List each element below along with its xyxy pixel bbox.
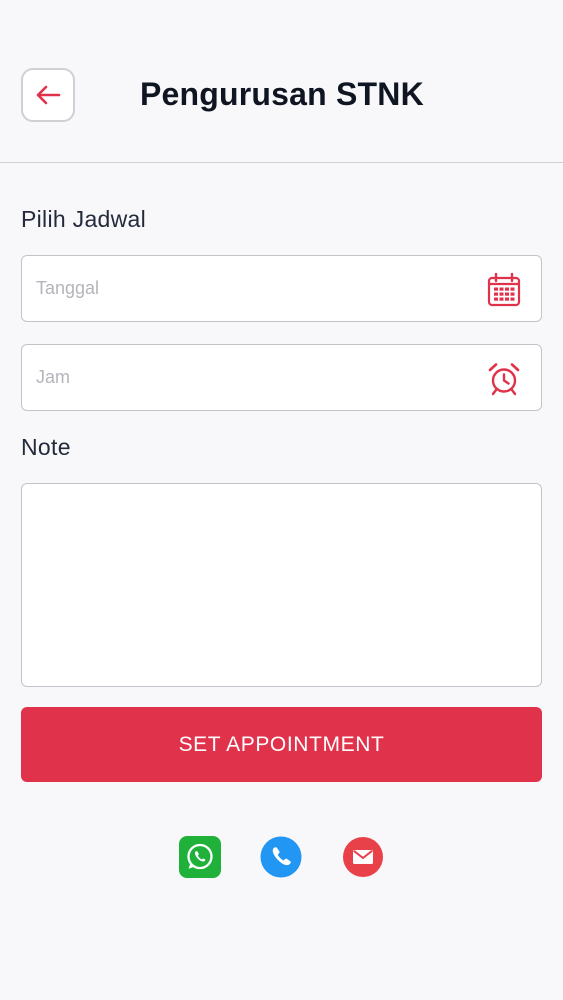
note-textarea[interactable] bbox=[21, 483, 542, 687]
back-button[interactable] bbox=[21, 68, 75, 122]
calendar-icon[interactable] bbox=[485, 271, 523, 309]
date-field[interactable] bbox=[21, 255, 542, 322]
alarm-clock-icon[interactable] bbox=[485, 360, 523, 398]
whatsapp-icon[interactable] bbox=[179, 836, 221, 878]
header-divider bbox=[0, 162, 563, 163]
appointment-screen: Pengurusan STNK Pilih Jadwal Tanggal Jam… bbox=[0, 0, 563, 1000]
note-label: Note bbox=[21, 434, 71, 460]
time-field[interactable] bbox=[21, 344, 542, 411]
header: Pengurusan STNK bbox=[0, 0, 563, 163]
page-title: Pengurusan STNK bbox=[140, 76, 424, 112]
date-input[interactable] bbox=[36, 256, 476, 321]
phone-icon[interactable] bbox=[260, 836, 302, 878]
contact-icons bbox=[0, 836, 563, 878]
set-appointment-button[interactable]: SET APPOINTMENT bbox=[21, 707, 542, 782]
time-input[interactable] bbox=[36, 345, 476, 410]
schedule-label: Pilih Jadwal bbox=[21, 206, 147, 232]
email-icon[interactable] bbox=[342, 836, 384, 878]
arrow-left-icon bbox=[36, 85, 61, 105]
